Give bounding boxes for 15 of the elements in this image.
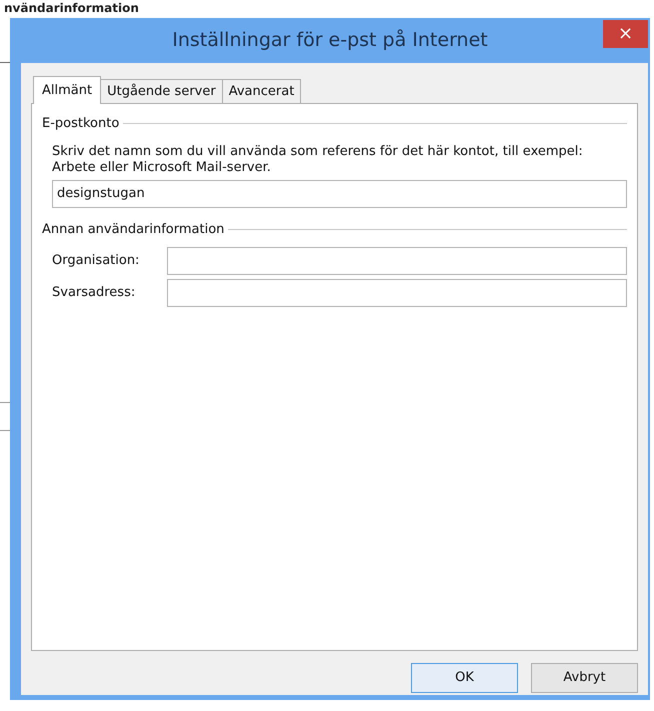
tab[interactable]: Allmänt xyxy=(33,76,102,104)
close-button[interactable]: × xyxy=(603,20,648,48)
field-label: Svarsadress: xyxy=(52,284,136,302)
field-label: Organisation: xyxy=(52,252,140,270)
window-title: Inställningar för e-pst på Internet xyxy=(172,28,488,54)
description-text: Skriv det namn som du vill använda som referens för det här kontot, till exempel: Arbete eller Microsoft Mail-server. xyxy=(52,144,584,176)
dialog-button[interactable]: OK xyxy=(411,663,518,693)
group-legend: E-postkonto xyxy=(42,114,120,134)
dialog-button[interactable]: Avbryt xyxy=(531,663,638,693)
group-legend: Annan användarinformation xyxy=(42,220,224,239)
account-name-field[interactable]: designstugan xyxy=(52,180,627,208)
input-field[interactable] xyxy=(167,279,627,307)
background-heading: nvändarinformation xyxy=(4,1,139,16)
input-field[interactable] xyxy=(167,247,627,275)
tab[interactable]: Avancerat xyxy=(222,79,302,103)
